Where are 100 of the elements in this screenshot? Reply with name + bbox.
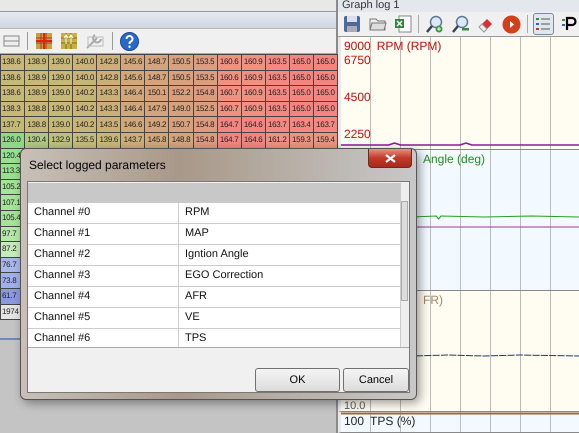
table-cell: 142.8 bbox=[96, 54, 121, 70]
table-cell: 159.3 bbox=[289, 132, 314, 148]
ok-button[interactable]: OK bbox=[255, 368, 340, 392]
table-cell: 126.0 bbox=[0, 132, 25, 148]
dialog-title: Select logged parameters bbox=[28, 158, 166, 172]
table-cell: 145.6 bbox=[120, 54, 145, 70]
table-cell: 165.0 bbox=[289, 86, 314, 102]
graph-series-label: FR) bbox=[423, 293, 443, 307]
table-cell: 152.5 bbox=[193, 101, 218, 117]
table-cell: 164.6 bbox=[241, 116, 266, 132]
table-cell: 164.7 bbox=[217, 116, 242, 132]
table-cell: 138.8 bbox=[24, 116, 49, 132]
table-cell: 140.2 bbox=[72, 101, 97, 117]
table-cell: 160.7 bbox=[217, 101, 242, 117]
record-icon bbox=[502, 14, 522, 34]
table-cell: 165.0 bbox=[289, 54, 314, 70]
table-cell: 160.6 bbox=[217, 54, 242, 70]
table-cell: 148.7 bbox=[144, 54, 169, 70]
close-icon bbox=[384, 154, 396, 162]
table-cell: 139.6 bbox=[96, 132, 121, 148]
channel-cell-text: Channel #2 bbox=[33, 247, 92, 262]
spreadsheet-icon bbox=[394, 15, 412, 33]
table-cell: 143.3 bbox=[96, 86, 121, 102]
table-cell: 160.9 bbox=[241, 86, 266, 102]
legend-list-icon bbox=[535, 16, 552, 32]
table-cell: 153.5 bbox=[193, 54, 218, 70]
graph-series-label: RPM (RPM) bbox=[376, 39, 442, 53]
table-cell: 139.0 bbox=[48, 101, 73, 117]
graph-series-label: TPS (%) bbox=[370, 414, 416, 428]
table-cell: 150.5 bbox=[168, 54, 193, 70]
table-cell: 163.7 bbox=[265, 116, 290, 132]
axis-tick-label: 6750 bbox=[344, 53, 372, 67]
table-cell: 165.0 bbox=[313, 54, 338, 70]
table-cell: 153.5 bbox=[193, 70, 218, 86]
table-cell: 146.6 bbox=[120, 116, 145, 132]
table-cell: 132.9 bbox=[48, 132, 73, 148]
table-cell: 160.9 bbox=[241, 101, 266, 117]
parameters-icon bbox=[560, 16, 577, 32]
zoom-in-button[interactable] bbox=[424, 13, 445, 35]
table-cell: 154.8 bbox=[193, 116, 218, 132]
channel-cell-text: Channel #5 bbox=[33, 310, 92, 325]
table-cell: 137.7 bbox=[0, 116, 25, 132]
table-cell: 146.4 bbox=[120, 86, 145, 102]
table-cell: 138.6 bbox=[0, 86, 25, 102]
table-cell: 138.8 bbox=[24, 101, 49, 117]
save-icon bbox=[343, 15, 362, 33]
table-cell: 165.0 bbox=[289, 101, 314, 117]
table-cell: 145.6 bbox=[120, 70, 145, 86]
close-button[interactable] bbox=[368, 149, 412, 168]
table-cell: 139.0 bbox=[48, 86, 73, 102]
axis-tick-label: 4500 bbox=[344, 90, 372, 104]
scrollbar[interactable] bbox=[400, 183, 409, 347]
table-grid-icon[interactable] bbox=[35, 32, 53, 50]
table-cell: 138.6 bbox=[0, 54, 25, 70]
table-cell: 138.9 bbox=[24, 86, 49, 102]
table-cell: 161.2 bbox=[265, 132, 290, 148]
record-button[interactable] bbox=[501, 13, 522, 35]
axis-tick-label: 10.0 bbox=[343, 401, 366, 411]
table-cell: 146.4 bbox=[120, 101, 145, 117]
table-cell: 140.0 bbox=[72, 54, 97, 70]
table-cell: 163.5 bbox=[265, 54, 290, 70]
table-cell: 154.8 bbox=[193, 86, 218, 102]
axis-tick-label: 100 bbox=[344, 414, 364, 428]
table-cell: 138.9 bbox=[24, 70, 49, 86]
table-cell: 130.4 bbox=[24, 132, 49, 148]
folder-icon bbox=[368, 16, 387, 32]
zoom-out-button[interactable] bbox=[450, 13, 471, 35]
cancel-button[interactable]: Cancel bbox=[343, 368, 409, 392]
table-cell: 160.7 bbox=[217, 86, 242, 102]
zoom-in-icon bbox=[425, 14, 444, 34]
table-cell: 160.9 bbox=[241, 70, 266, 86]
save-button[interactable] bbox=[342, 13, 362, 35]
table-cell: 142.8 bbox=[96, 70, 121, 86]
graph-series-label: Angle (deg) bbox=[423, 152, 486, 166]
channel-cell-text: Channel #6 bbox=[33, 331, 92, 346]
table-cell: 163.5 bbox=[265, 101, 290, 117]
axis-tick-label: 9000 bbox=[344, 39, 371, 53]
table-cell: 139.0 bbox=[48, 70, 73, 86]
help-icon[interactable] bbox=[120, 32, 139, 50]
table-cell: 143.7 bbox=[120, 132, 145, 148]
table-cell: 149.2 bbox=[144, 116, 169, 132]
table-cell: 154.8 bbox=[193, 132, 218, 148]
graph-window-title: Graph log 1 bbox=[342, 0, 400, 11]
axis-tick-label: 2250 bbox=[344, 127, 372, 141]
table-cell: 163.5 bbox=[265, 70, 290, 86]
legend-list-button[interactable] bbox=[533, 13, 554, 35]
table-cell: 140.0 bbox=[72, 70, 97, 86]
table-cell: 145.8 bbox=[144, 132, 169, 148]
channel-cell-text: Channel #3 bbox=[33, 268, 92, 283]
table-cell: 139.0 bbox=[48, 54, 73, 70]
table-cell: 143.5 bbox=[96, 116, 121, 132]
table-cell: 135.5 bbox=[72, 132, 97, 148]
spreadsheet-button[interactable] bbox=[392, 13, 414, 35]
table-cell: 147.9 bbox=[144, 101, 169, 117]
grid-arrows-icon[interactable] bbox=[60, 32, 78, 50]
rows-icon[interactable] bbox=[3, 33, 20, 49]
table-cell: 165.0 bbox=[289, 70, 314, 86]
table-cell: 160.6 bbox=[217, 70, 242, 86]
table-cell: 164.7 bbox=[217, 132, 242, 148]
table-cell: 138.3 bbox=[0, 101, 25, 117]
